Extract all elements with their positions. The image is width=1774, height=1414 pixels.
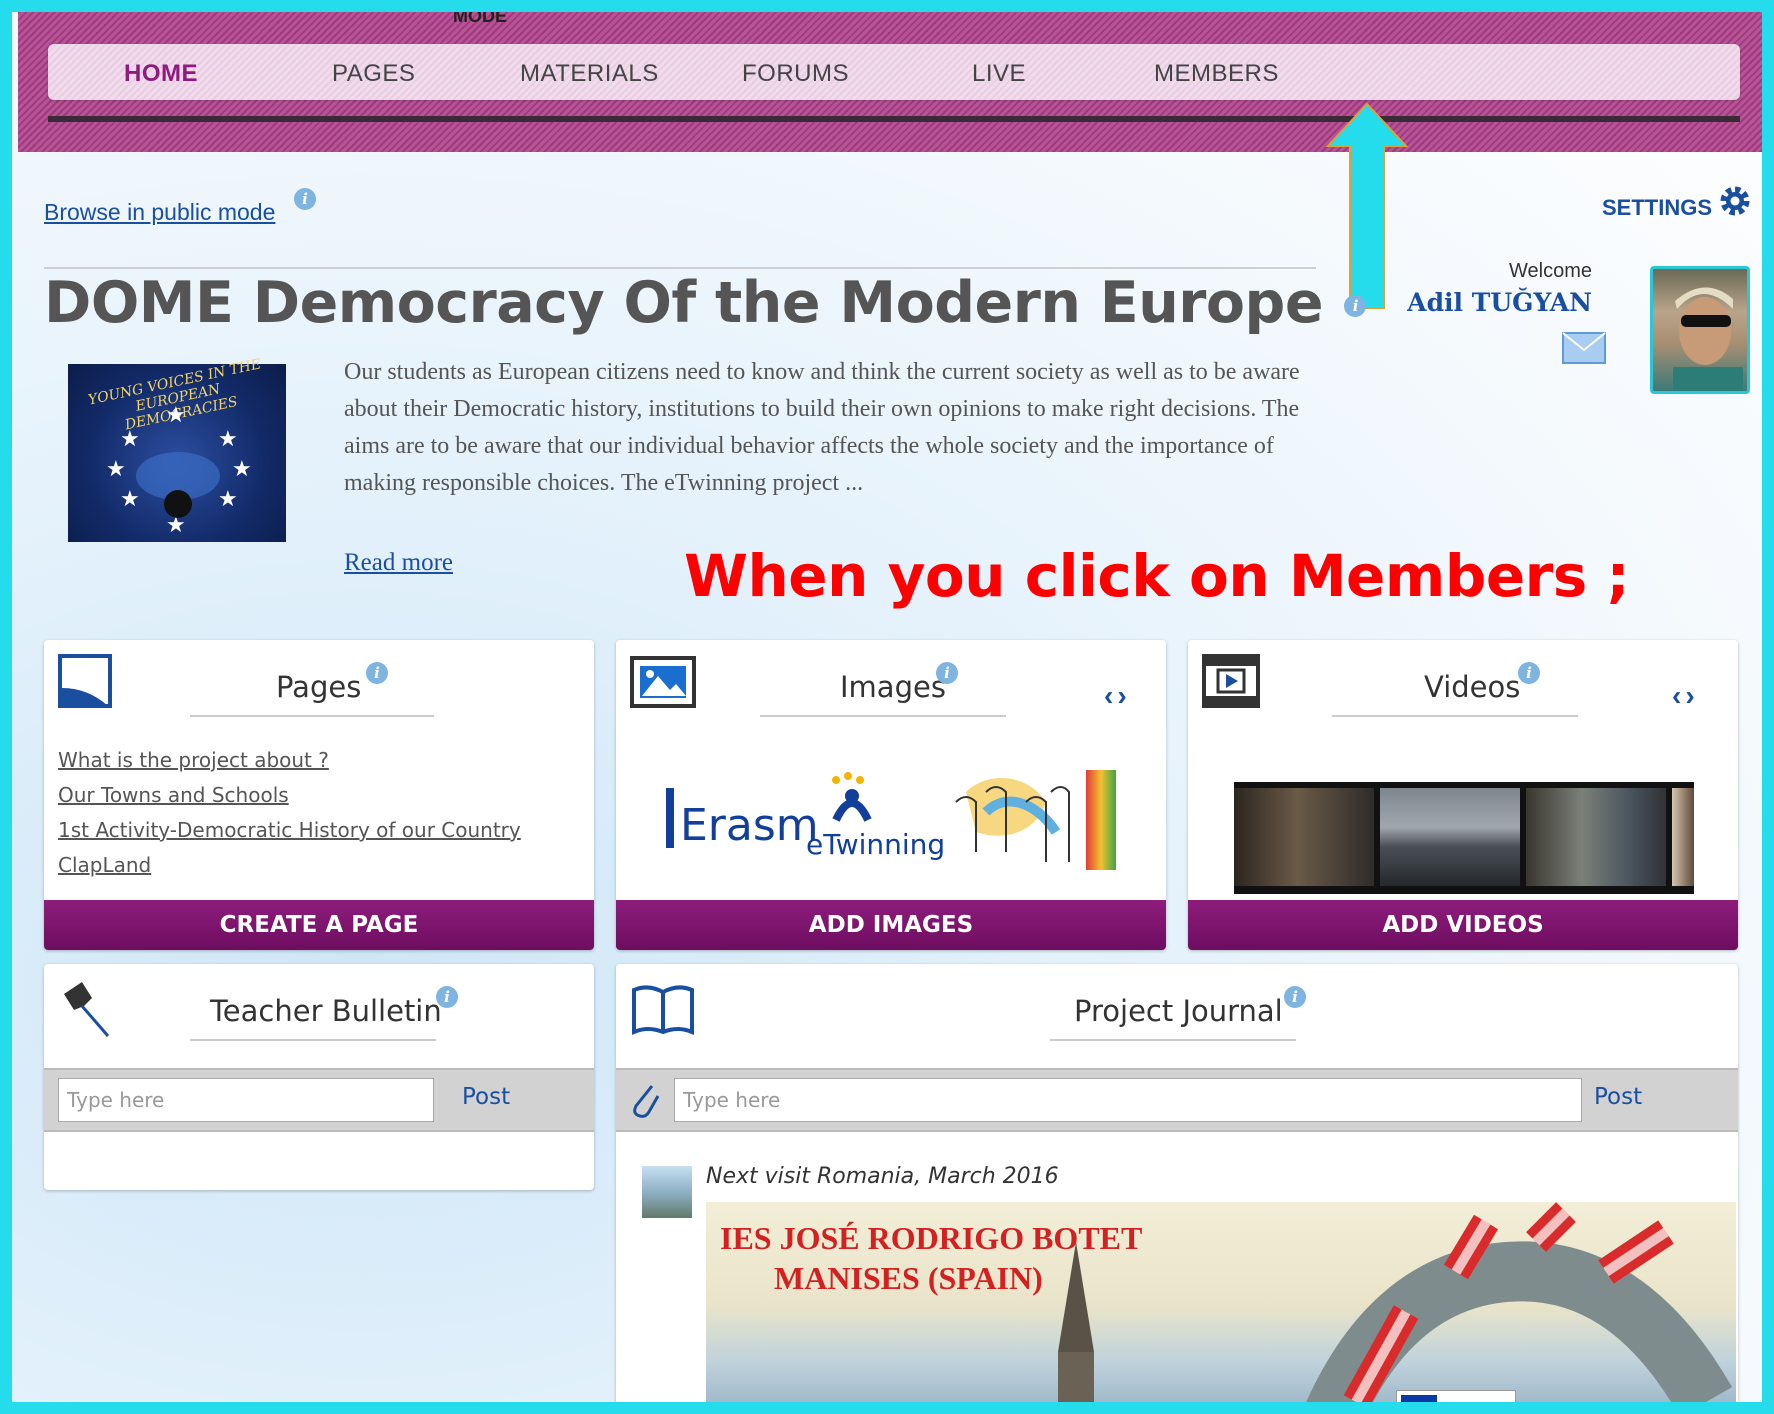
nav-live[interactable]: LIVE — [972, 60, 1026, 88]
main-nav: HOME PAGES MATERIALS FORUMS LIVE MEMBERS — [48, 44, 1740, 100]
avatar[interactable] — [1650, 266, 1750, 394]
videos-widget: Videos i ‹› ADD VIDEOS — [1188, 640, 1738, 950]
read-more-link[interactable]: Read more — [344, 549, 453, 577]
videos-title-underline — [1332, 715, 1578, 717]
mail-icon[interactable] — [1562, 332, 1606, 364]
username-link[interactable]: Adil TUĞYAN — [1392, 288, 1592, 317]
pages-title: Pages — [276, 670, 362, 704]
pages-widget: Pages i What is the project about ? Our … — [44, 640, 594, 950]
title-divider — [44, 267, 1316, 269]
page-link-2[interactable]: Our Towns and Schools — [58, 783, 289, 807]
svg-text:★: ★ — [232, 456, 252, 481]
nav-home[interactable]: HOME — [124, 60, 198, 88]
page-link-3[interactable]: 1st Activity-Democratic History of our C… — [58, 818, 521, 842]
welcome-label: Welcome — [1509, 260, 1592, 282]
images-title: Images — [840, 670, 946, 704]
nav-forums[interactable]: FORUMS — [742, 60, 849, 88]
nav-materials[interactable]: MATERIALS — [520, 60, 659, 88]
nav-pages[interactable]: PAGES — [332, 60, 415, 88]
svg-text:★: ★ — [218, 426, 238, 451]
images-nav-arrows[interactable]: ‹› — [1104, 680, 1131, 712]
page-link-4[interactable]: ClapLand — [58, 853, 151, 877]
browse-public-label[interactable]: Browse in public mode — [44, 199, 275, 225]
journal-info-icon[interactable]: i — [1284, 986, 1306, 1008]
nav-members[interactable]: MEMBERS — [1154, 60, 1279, 88]
svg-text:★: ★ — [166, 402, 186, 427]
svg-text:★: ★ — [120, 486, 140, 511]
journal-post-button[interactable]: Post — [1594, 1084, 1642, 1110]
videos-info-icon[interactable]: i — [1518, 662, 1540, 684]
settings-link[interactable]: SETTINGS — [1602, 195, 1712, 221]
project-description: Our students as European citizens need t… — [344, 359, 1300, 496]
videos-nav-arrows[interactable]: ‹› — [1672, 680, 1699, 712]
videos-icon — [1202, 654, 1260, 708]
project-title: DOME Democracy Of the Modern Europe i — [44, 270, 1367, 336]
bulletin-info-icon[interactable]: i — [436, 986, 458, 1008]
bulletin-title-underline — [190, 1039, 436, 1041]
images-icon — [630, 656, 696, 708]
journal-entry-title: Next visit Romania, March 2016 — [706, 1164, 1059, 1189]
journal-post-bar: Type here Post — [616, 1068, 1738, 1132]
erasmus-badge: Erasmus+ — [1396, 1390, 1544, 1402]
create-page-button[interactable]: CREATE A PAGE — [44, 900, 594, 950]
pushpin-icon — [64, 982, 110, 1037]
journal-entry-image[interactable]: IES JOSÉ RODRIGO BOTET MANISES (SPAIN) E… — [706, 1202, 1736, 1402]
info-icon[interactable]: i — [294, 188, 316, 210]
pages-info-icon[interactable]: i — [366, 662, 388, 684]
project-logo: YOUNG VOICES IN THE EUROPEAN DEMOCRACIES… — [68, 356, 286, 542]
project-title-text: DOME Democracy Of the Modern Europe — [44, 270, 1324, 336]
journal-entry-thumbnail[interactable] — [642, 1166, 692, 1218]
bulletin-post-button[interactable]: Post — [462, 1084, 510, 1110]
book-icon — [632, 985, 694, 1036]
journal-image-text-2: MANISES (SPAIN) — [774, 1260, 1043, 1296]
callout-annotation: When you click on Members ; — [684, 542, 1630, 610]
teacher-bulletin-title: Teacher Bulletin — [210, 994, 442, 1028]
svg-text:★: ★ — [106, 456, 126, 481]
hello-3d-lettering — [1306, 1202, 1733, 1402]
erasmus-thumb-text: Erasm — [680, 800, 819, 851]
teacher-bulletin-widget: Teacher Bulletin i Type here Post — [44, 964, 594, 1190]
etwinning-thumb-text: eTwinning — [806, 828, 946, 861]
banner-cut-label: MODE — [453, 6, 507, 26]
paperclip-icon[interactable] — [628, 1080, 662, 1120]
journal-title-underline — [1050, 1039, 1296, 1041]
images-title-underline — [760, 715, 1006, 717]
church-tower — [1058, 1242, 1094, 1402]
erasmus-badge-text: Erasmus+ — [1441, 1401, 1544, 1414]
svg-text:★: ★ — [218, 486, 238, 511]
title-info-icon[interactable]: i — [1344, 295, 1367, 318]
screen-frame: MODE HOME PAGES MATERIALS FORUMS LIVE ME… — [0, 0, 1774, 1414]
browse-public-link[interactable]: Browse in public mode — [44, 199, 275, 226]
page-link-1[interactable]: What is the project about ? — [58, 748, 329, 772]
bulletin-input[interactable]: Type here — [58, 1078, 434, 1122]
videos-carousel[interactable] — [1234, 782, 1694, 894]
gear-icon[interactable] — [1718, 184, 1752, 218]
images-carousel[interactable]: Erasm eTwinning — [666, 770, 1116, 878]
pages-title-underline — [190, 715, 434, 717]
videos-title: Videos — [1424, 670, 1521, 704]
images-widget: Images i ‹› Erasm eTwinning ADD IMAGES — [616, 640, 1166, 950]
faces-illustration — [955, 778, 1070, 862]
add-videos-button[interactable]: ADD VIDEOS — [1188, 900, 1738, 950]
etwinning-logo-icon — [832, 772, 872, 822]
svg-text:★: ★ — [120, 426, 140, 451]
nav-divider — [48, 116, 1740, 122]
journal-input[interactable]: Type here — [674, 1078, 1582, 1122]
pages-icon — [58, 654, 112, 708]
top-banner: MODE HOME PAGES MATERIALS FORUMS LIVE ME… — [18, 12, 1762, 152]
add-images-button[interactable]: ADD IMAGES — [616, 900, 1166, 950]
images-info-icon[interactable]: i — [936, 662, 958, 684]
bulletin-post-bar: Type here Post — [44, 1068, 594, 1132]
project-journal-title: Project Journal — [1074, 994, 1283, 1028]
